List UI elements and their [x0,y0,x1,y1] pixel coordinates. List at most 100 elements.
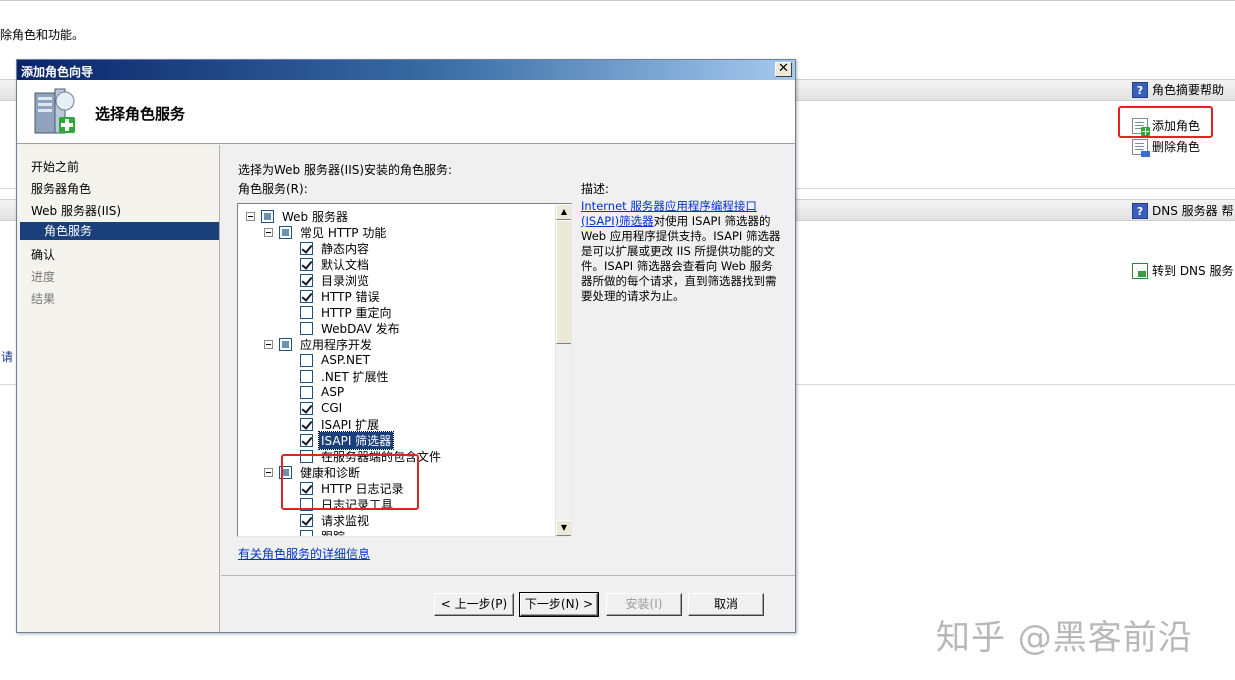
nav-item-server-roles[interactable]: 服务器角色 [31,180,91,197]
tree-item[interactable]: ISAPI 筛选器 [300,430,395,450]
wizard-header: 选择角色服务 [17,80,795,144]
tree-item-label: 静态内容 [321,241,370,256]
tree-item-label: Web 服务器 [282,209,348,224]
tree-item[interactable]: 目录浏览 [300,272,371,288]
tree-item-label: ASP [321,385,345,399]
goto-dns-label: 转到 DNS 服务 [1152,264,1234,278]
role-summary-help-link[interactable]: ? 角色摘要帮助 [1132,81,1224,98]
tree-item-checkbox[interactable] [300,433,313,447]
bg-left-text: 请 [1,350,14,364]
wizard-nav: 开始之前 服务器角色 Web 服务器(IIS) 角色服务 确认 进度 结果 [17,145,220,632]
tree-item-checkbox[interactable] [279,337,292,351]
tree-item[interactable]: WebDAV 发布 [300,320,402,336]
goto-icon [1132,262,1148,279]
add-roles-wizard-dialog: 添加角色向导 ✕ 选择角色服务 开始之前 服务器角色 Web 服务器(IIS) … [16,59,796,633]
tree-item-checkbox[interactable] [300,305,313,319]
tree-item-checkbox[interactable] [261,209,274,223]
scroll-thumb[interactable] [556,220,571,344]
tree-item[interactable]: HTTP 重定向 [300,304,394,320]
tree-scrollbar[interactable]: ▲ ▼ [555,204,571,536]
tree-item-checkbox[interactable] [300,241,313,255]
tree-item-label: 常见 HTTP 功能 [300,225,387,240]
remove-role-label: 删除角色 [1152,140,1201,154]
tree-item[interactable]: ISAPI 扩展 [300,416,381,432]
tree-item[interactable]: HTTP 错误 [300,288,382,304]
nav-item-before-you-begin[interactable]: 开始之前 [31,158,79,175]
tree-item-checkbox[interactable] [300,321,313,335]
goto-dns-link[interactable]: 转到 DNS 服务 [1132,262,1233,279]
add-role-highlight [1118,106,1213,138]
tree-item-checkbox[interactable] [300,273,313,287]
tree-item-label: CGI [321,401,343,415]
tree-item-checkbox[interactable] [300,257,313,271]
cancel-button[interactable]: 取消 [688,593,764,616]
more-info-link[interactable]: 有关角色服务的详细信息 [238,545,370,562]
bg-top-divider [0,0,1235,1]
bg-intro-text: 除角色和功能。 [0,28,85,42]
wizard-content: 选择为Web 服务器(IIS)安装的角色服务: 角色服务(R): 描述: Int… [221,145,795,575]
tree-item-checkbox[interactable] [300,513,313,527]
page-title: 选择角色服务 [95,105,186,123]
nav-item-web-server-iis[interactable]: Web 服务器(IIS) [31,202,121,219]
tree-item-checkbox[interactable] [300,289,313,303]
collapse-icon[interactable] [264,227,273,237]
dns-help-link[interactable]: ? DNS 服务器 帮 [1132,202,1233,219]
tree-item-label: 请求监视 [321,513,370,528]
tree-item[interactable]: ASP.NET [300,352,372,368]
back-button[interactable]: < 上一步(P) [434,593,514,616]
scroll-up-button[interactable]: ▲ [556,204,571,220]
wizard-title: 添加角色向导 [21,65,94,79]
tree-item-label: .NET 扩展性 [321,369,389,384]
collapse-icon[interactable] [246,211,255,221]
role-services-label: 角色服务(R): [238,182,308,196]
help-icon: ? [1132,81,1148,98]
watermark: 知乎 @黑客前沿 [936,618,1193,658]
close-button[interactable]: ✕ [775,62,792,77]
dns-help-label: DNS 服务器 帮 [1152,204,1234,218]
remove-role-icon [1132,138,1150,157]
tree-item-checkbox[interactable] [300,529,313,536]
tree-item[interactable]: 跟踪 [300,528,347,537]
tree-item-label: WebDAV 发布 [321,321,400,336]
tree-item-label: 跟踪 [321,529,346,537]
nav-item-progress: 进度 [31,270,56,284]
tree-item-label: 应用程序开发 [300,337,373,352]
tree-item[interactable]: .NET 扩展性 [300,368,391,384]
tree-item-checkbox[interactable] [300,353,313,367]
tree-item[interactable]: 应用程序开发 [264,336,374,352]
tree-item[interactable]: ASP [300,384,346,400]
role-services-prompt: 选择为Web 服务器(IIS)安装的角色服务: [238,163,453,177]
tree-item[interactable]: 默认文档 [300,256,371,272]
cgi-isapi-highlight [281,454,419,510]
install-button: 安装(I) [606,593,682,616]
scroll-down-button[interactable]: ▼ [556,520,571,536]
tree-item[interactable]: 静态内容 [300,240,371,256]
nav-item-confirmation[interactable]: 确认 [31,246,55,263]
tree-item-checkbox[interactable] [300,401,313,415]
nav-item-results: 结果 [31,292,56,306]
collapse-icon[interactable] [264,339,273,349]
close-icon: ✕ [778,61,789,76]
server-role-icon [34,88,75,134]
tree-item-checkbox[interactable] [300,369,313,383]
tree-item[interactable]: CGI [300,400,344,416]
collapse-icon[interactable] [264,467,273,477]
tree-item-checkbox[interactable] [279,225,292,239]
remove-role-link[interactable]: 删除角色 [1132,138,1201,157]
next-button[interactable]: 下一步(N) > [519,592,599,617]
nav-item-role-services[interactable]: 角色服务 [20,222,219,240]
tree-item[interactable]: 常见 HTTP 功能 [264,224,388,240]
tree-item-label: HTTP 重定向 [321,305,392,320]
tree-item-label: ISAPI 筛选器 [317,430,395,450]
role-summary-help-label: 角色摘要帮助 [1152,83,1225,97]
description-label: 描述: [581,182,610,196]
tree-item-label: 默认文档 [321,257,370,272]
tree-item-checkbox[interactable] [300,385,313,399]
tree-item-checkbox[interactable] [300,417,313,431]
tree-item-label: HTTP 错误 [321,289,380,304]
tree-item[interactable]: 请求监视 [300,512,371,528]
tree-item-label: 目录浏览 [321,273,370,288]
help-icon: ? [1132,202,1148,219]
wizard-titlebar[interactable]: 添加角色向导 ✕ [17,60,795,80]
tree-item[interactable]: Web 服务器 [246,208,350,224]
